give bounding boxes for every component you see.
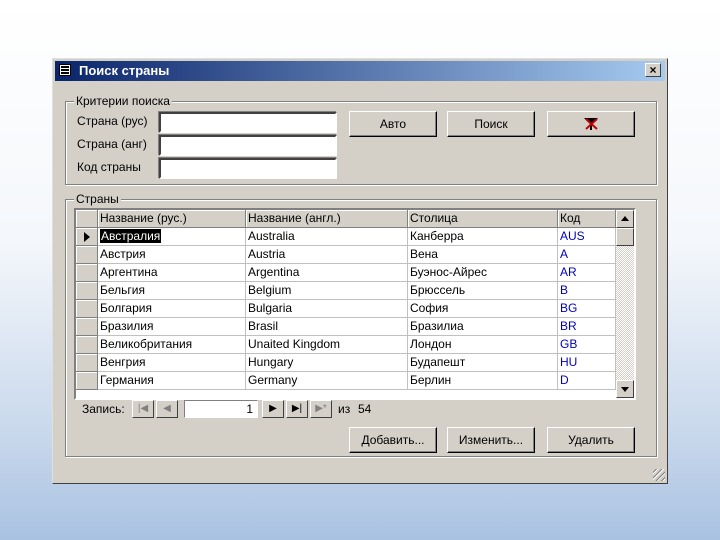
column-header-name-en[interactable]: Название (англ.) [246, 210, 408, 228]
cell-code[interactable]: AR [558, 264, 616, 282]
edit-button[interactable]: Изменить... [447, 427, 535, 453]
scroll-thumb[interactable] [616, 228, 634, 246]
cell-name-en[interactable]: Hungary [246, 354, 408, 372]
cell-name-ru[interactable]: Германия [98, 372, 246, 390]
table-row[interactable]: Венгрия Hungary Будапешт HU [76, 354, 616, 372]
cell-name-en[interactable]: Australia [246, 228, 408, 246]
grid-header: Название (рус.) Название (англ.) Столица… [76, 210, 616, 228]
new-record-button[interactable]: ▶* [310, 400, 332, 418]
window-title: Поиск страны [79, 63, 170, 78]
cell-name-en[interactable]: Bulgaria [246, 300, 408, 318]
cell-name-en[interactable]: Belgium [246, 282, 408, 300]
table-row[interactable]: Бразилия Brasil Бразилиа BR [76, 318, 616, 336]
country-code-label: Код страны [77, 160, 141, 174]
row-selector[interactable] [76, 300, 98, 318]
cell-code[interactable]: B [558, 282, 616, 300]
table-row[interactable]: Австрия Austria Вена A [76, 246, 616, 264]
cell-name-ru[interactable]: Бельгия [98, 282, 246, 300]
cell-code[interactable]: BG [558, 300, 616, 318]
next-record-button[interactable]: ▶ [262, 400, 284, 418]
cell-name-en[interactable]: Austria [246, 246, 408, 264]
countries-group-label: Страны [74, 192, 121, 206]
cell-name-en[interactable]: Germany [246, 372, 408, 390]
resize-grip[interactable] [653, 469, 665, 481]
table-row[interactable]: Австралия Australia Канберра AUS [76, 228, 616, 246]
current-record-icon[interactable] [76, 228, 98, 246]
form-icon [59, 64, 71, 76]
cell-name-ru[interactable]: Великобритания [98, 336, 246, 354]
row-selector[interactable] [76, 264, 98, 282]
row-selector[interactable] [76, 282, 98, 300]
country-code-input[interactable] [161, 160, 335, 178]
cell-capital[interactable]: Вена [408, 246, 558, 264]
country-ru-input[interactable] [161, 114, 335, 132]
cell-capital[interactable]: Берлин [408, 372, 558, 390]
country-en-input[interactable] [161, 137, 335, 155]
vertical-scrollbar[interactable] [616, 210, 634, 398]
search-button[interactable]: Поиск [447, 111, 535, 137]
record-of-label: из [338, 402, 351, 416]
country-code-field[interactable] [159, 158, 337, 179]
cell-capital[interactable]: Брюссель [408, 282, 558, 300]
cell-capital[interactable]: София [408, 300, 558, 318]
cell-code[interactable]: GB [558, 336, 616, 354]
cell-code[interactable]: BR [558, 318, 616, 336]
add-button[interactable]: Добавить... [349, 427, 437, 453]
row-selector[interactable] [76, 318, 98, 336]
close-button[interactable]: × [645, 63, 661, 77]
cell-name-en[interactable]: Unaited Kingdom [246, 336, 408, 354]
current-record-field[interactable]: 1 [184, 400, 258, 418]
auto-button[interactable]: Авто [349, 111, 437, 137]
cell-capital[interactable]: Будапешт [408, 354, 558, 372]
row-selector[interactable] [76, 372, 98, 390]
delete-button[interactable]: Удалить [547, 427, 635, 453]
table-row[interactable]: Болгария Bulgaria София BG [76, 300, 616, 318]
first-record-button[interactable]: |◀ [132, 400, 154, 418]
record-total: 54 [358, 402, 372, 416]
cell-name-ru[interactable]: Австрия [98, 246, 246, 264]
countries-grid[interactable]: Название (рус.) Название (англ.) Столица… [74, 208, 636, 400]
cell-name-en[interactable]: Brasil [246, 318, 408, 336]
cell-capital[interactable]: Буэнос-Айрес [408, 264, 558, 282]
cell-code[interactable]: A [558, 246, 616, 264]
scroll-up-button[interactable] [616, 210, 634, 228]
cell-name-ru[interactable]: Аргентина [98, 264, 246, 282]
table-row[interactable]: Великобритания Unaited Kingdom Лондон GB [76, 336, 616, 354]
cell-code[interactable]: AUS [558, 228, 616, 246]
country-en-label: Страна (анг) [77, 137, 147, 151]
cell-code[interactable]: HU [558, 354, 616, 372]
previous-record-button[interactable]: ◀ [156, 400, 178, 418]
table-row[interactable]: Германия Germany Берлин D [76, 372, 616, 390]
criteria-group-label: Критерии поиска [74, 94, 172, 108]
row-selector[interactable] [76, 336, 98, 354]
grid-body: Название (рус.) Название (англ.) Столица… [76, 210, 616, 398]
row-selector[interactable] [76, 246, 98, 264]
cell-capital[interactable]: Лондон [408, 336, 558, 354]
filter-clear-icon [584, 118, 598, 130]
table-row[interactable]: Аргентина Argentina Буэнос-Айрес AR [76, 264, 616, 282]
cell-name-ru[interactable]: Бразилия [98, 318, 246, 336]
cell-name-en[interactable]: Argentina [246, 264, 408, 282]
country-ru-label: Страна (рус) [77, 114, 148, 128]
cell-name-ru[interactable]: Австралия [98, 228, 246, 246]
row-selector[interactable] [76, 354, 98, 372]
last-record-button[interactable]: ▶| [286, 400, 308, 418]
title-bar[interactable]: Поиск страны × [55, 61, 665, 81]
column-header-capital[interactable]: Столица [408, 210, 558, 228]
country-en-field[interactable] [159, 135, 337, 156]
country-ru-field[interactable] [159, 112, 337, 133]
header-selector[interactable] [76, 210, 98, 228]
clear-filter-button[interactable] [547, 111, 635, 137]
cell-capital[interactable]: Бразилиа [408, 318, 558, 336]
scroll-down-button[interactable] [616, 380, 634, 398]
cell-name-ru[interactable]: Венгрия [98, 354, 246, 372]
table-row[interactable]: Бельгия Belgium Брюссель B [76, 282, 616, 300]
record-label: Запись: [82, 402, 125, 416]
cell-code[interactable]: D [558, 372, 616, 390]
selected-text: Австралия [100, 229, 162, 243]
cell-name-ru[interactable]: Болгария [98, 300, 246, 318]
column-header-name-ru[interactable]: Название (рус.) [98, 210, 246, 228]
column-header-code[interactable]: Код [558, 210, 616, 228]
cell-capital[interactable]: Канберра [408, 228, 558, 246]
